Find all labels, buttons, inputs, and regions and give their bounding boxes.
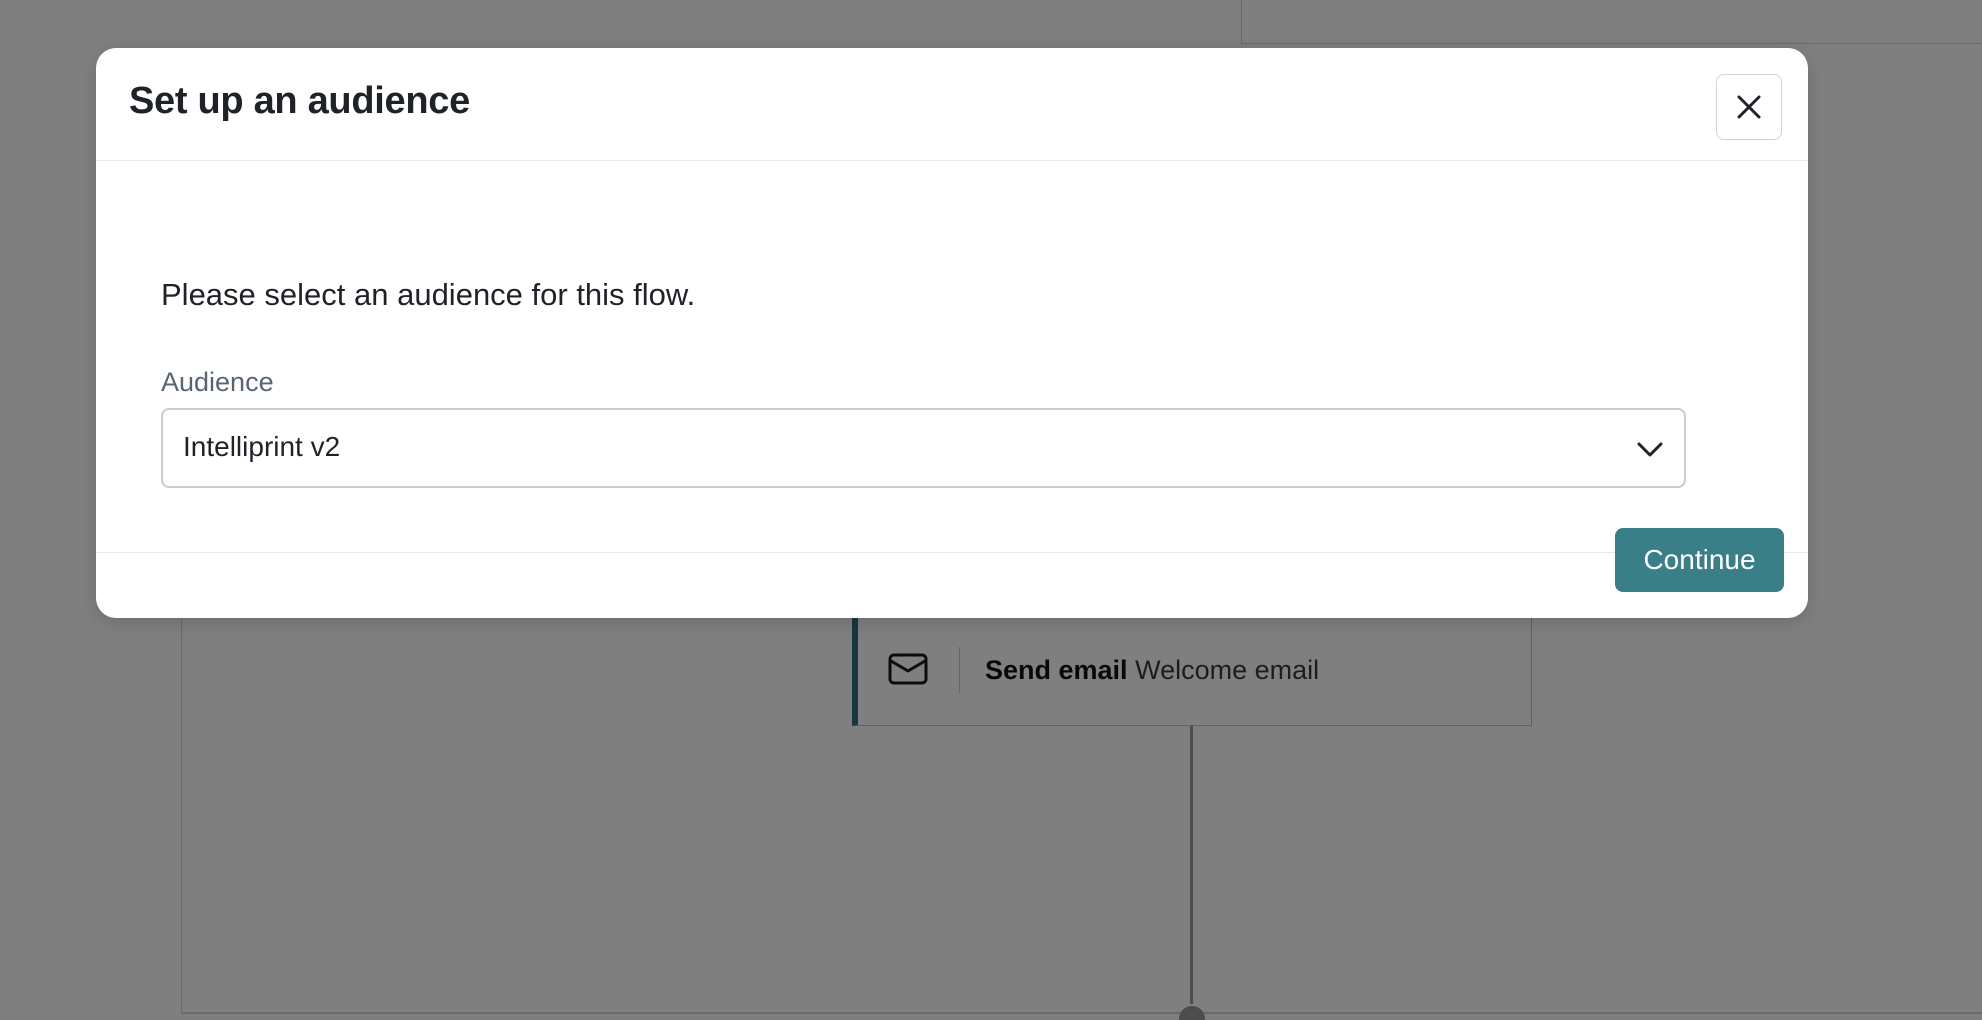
- modal-footer: [96, 553, 1808, 618]
- audience-setup-modal: Set up an audience Please select an audi…: [96, 48, 1808, 618]
- continue-button[interactable]: Continue: [1615, 528, 1784, 592]
- modal-header: Set up an audience: [96, 48, 1808, 161]
- audience-select[interactable]: Intelliprint v2: [161, 408, 1686, 488]
- audience-field-label: Audience: [161, 367, 274, 397]
- close-icon: [1737, 95, 1761, 119]
- modal-prompt-text: Please select an audience for this flow.: [161, 277, 696, 312]
- modal-body: Please select an audience for this flow.…: [96, 161, 1808, 553]
- chevron-down-icon: [1637, 442, 1663, 457]
- audience-select-value: Intelliprint v2: [183, 431, 341, 462]
- close-button[interactable]: [1716, 74, 1782, 140]
- modal-title: Set up an audience: [129, 80, 470, 122]
